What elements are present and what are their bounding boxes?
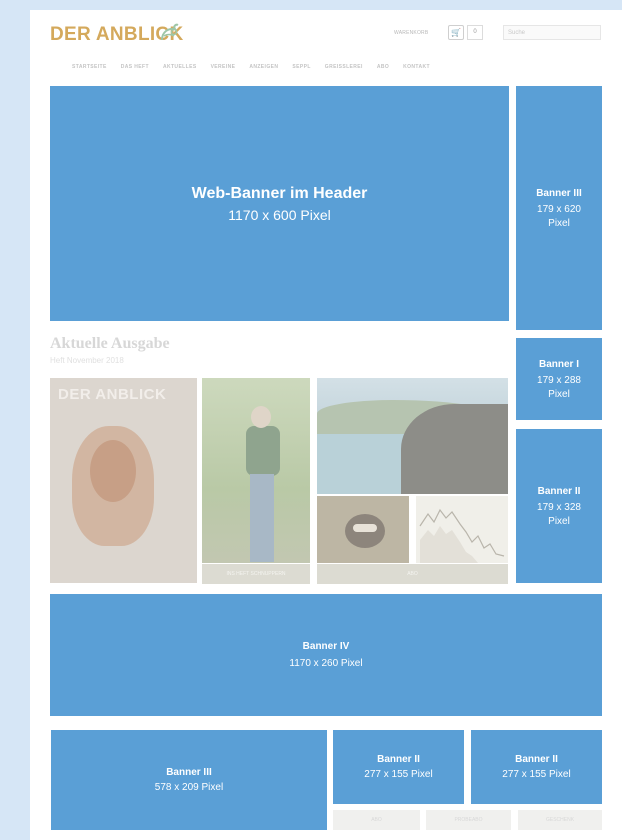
side-banner-top-unit: Pixel — [548, 217, 570, 229]
bottom-banner-mid[interactable]: Banner II 277 x 155 Pixel — [333, 730, 464, 804]
side-banner-top-size: 179 x 620 — [537, 203, 581, 215]
header-banner-title: Web-Banner im Header — [191, 184, 368, 202]
section-subtitle: Heft November 2018 — [50, 356, 124, 365]
side-banner-mid-unit: Pixel — [548, 388, 570, 400]
photo-hunter[interactable] — [202, 378, 310, 563]
nav-item-greisslerei[interactable]: GREISSLEREI — [325, 64, 363, 70]
bottom-banner-right-size: 277 x 155 Pixel — [502, 769, 571, 780]
wide-banner-size: 1170 x 260 Pixel — [289, 658, 363, 669]
header-banner[interactable]: Web-Banner im Header 1170 x 600 Pixel — [50, 86, 509, 321]
ins-heft-button[interactable]: INS HEFT SCHNUPPERN — [202, 564, 310, 584]
bottom-banner-left-title: Banner III — [166, 767, 212, 778]
cart-label[interactable]: WARENKORB — [394, 30, 428, 36]
main-nav: STARTSEITE DAS HEFT AKTUELLES VEREINE AN… — [50, 64, 560, 70]
bottom-banner-left-size: 578 x 209 Pixel — [154, 782, 224, 793]
nav-item-kontakt[interactable]: KONTAKT — [403, 64, 430, 70]
photo-chart[interactable] — [416, 496, 508, 563]
deer-logo-icon — [161, 23, 179, 41]
footer-abo-button[interactable]: ABO — [333, 810, 420, 830]
side-banner-low-title: Banner II — [537, 485, 581, 497]
wide-banner-title: Banner IV — [302, 641, 350, 652]
nav-item-startseite[interactable]: STARTSEITE — [72, 64, 107, 70]
abo-button[interactable]: ABO — [317, 564, 508, 584]
photo-raccoon[interactable] — [317, 496, 409, 563]
side-banner-low-unit: Pixel — [548, 515, 570, 527]
wide-banner[interactable]: Banner IV 1170 x 260 Pixel — [50, 594, 602, 716]
bottom-banner-right-title: Banner II — [515, 754, 558, 765]
search-input[interactable]: Suche — [503, 25, 601, 40]
magazine-cover[interactable]: DER ANBLICK — [50, 378, 197, 583]
bottom-banner-right[interactable]: Banner II 277 x 155 Pixel — [471, 730, 602, 804]
cart-icon[interactable]: 🛒 — [448, 25, 464, 40]
nav-item-abo[interactable]: ABO — [377, 64, 389, 70]
side-banner-mid[interactable]: Banner I 179 x 288 Pixel — [516, 338, 602, 420]
footer-probeabo-button[interactable]: PROBEABO — [426, 810, 511, 830]
footer-geschenk-button[interactable]: GESCHENK — [518, 810, 602, 830]
side-banner-mid-size: 179 x 288 — [537, 374, 581, 386]
page-frame: DER ANBLICK WARENKORB 🛒 0 Suche STARTSEI… — [30, 10, 622, 840]
bottom-banner-mid-size: 277 x 155 Pixel — [364, 769, 433, 780]
nav-item-aktuelles[interactable]: AKTUELLES — [163, 64, 197, 70]
side-banner-top-title: Banner III — [536, 187, 582, 199]
cover-title: DER ANBLICK — [58, 386, 167, 403]
photo-lake-deer[interactable] — [317, 378, 508, 494]
bottom-banner-left[interactable]: Banner III 578 x 209 Pixel — [51, 730, 327, 830]
bottom-banner-mid-title: Banner II — [377, 754, 420, 765]
cart-count-badge: 0 — [467, 25, 483, 40]
nav-item-anzeigen[interactable]: ANZEIGEN — [249, 64, 278, 70]
nav-item-das-heft[interactable]: DAS HEFT — [121, 64, 149, 70]
side-banner-low-size: 179 x 328 — [537, 501, 581, 513]
side-banner-low[interactable]: Banner II 179 x 328 Pixel — [516, 429, 602, 583]
side-banner-mid-title: Banner I — [538, 358, 579, 370]
header-banner-size: 1170 x 600 Pixel — [228, 206, 331, 223]
cover-owl-head — [90, 440, 136, 502]
section-title: Aktuelle Ausgabe — [50, 335, 170, 352]
nav-item-seppl[interactable]: SEPPL — [292, 64, 310, 70]
nav-item-vereine[interactable]: VEREINE — [211, 64, 236, 70]
side-banner-top[interactable]: Banner III 179 x 620 Pixel — [516, 86, 602, 330]
